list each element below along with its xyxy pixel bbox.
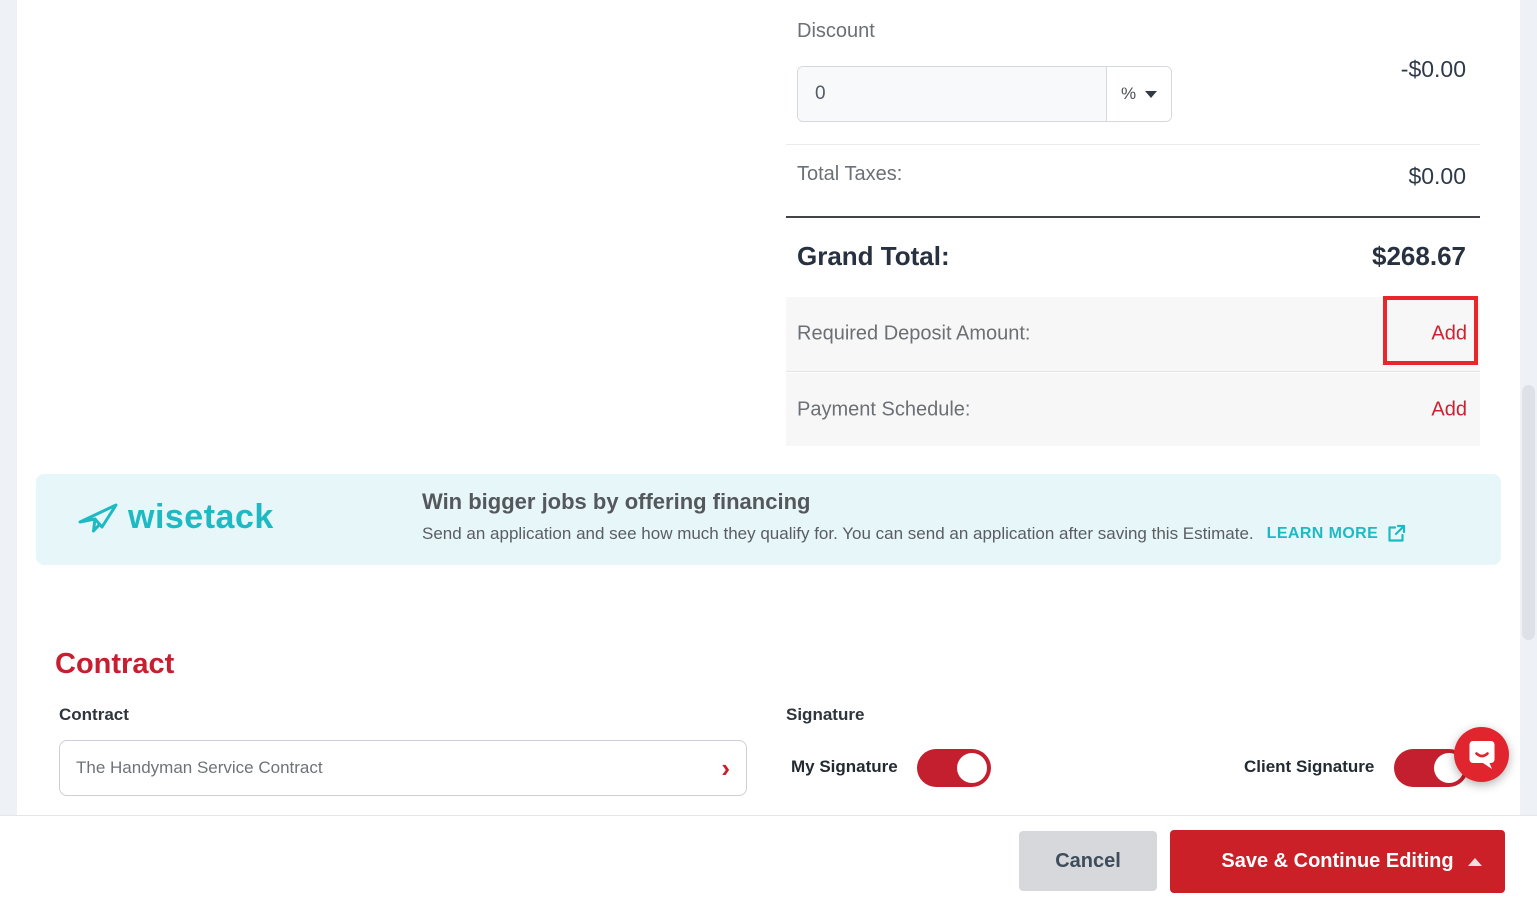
client-signature-label: Client Signature xyxy=(1244,757,1375,776)
chat-bubble-icon xyxy=(1469,741,1494,769)
chevron-up-icon xyxy=(1468,857,1482,866)
scrollbar-thumb[interactable] xyxy=(1522,385,1535,640)
discount-amount-input[interactable] xyxy=(798,67,1107,121)
discount-amount-value: -$0.00 xyxy=(1400,56,1466,82)
discount-unit-value: % xyxy=(1120,84,1137,103)
divider-dark xyxy=(786,216,1480,218)
financing-banner: wisetack Win bigger jobs by offering fin… xyxy=(36,474,1501,565)
divider xyxy=(786,144,1480,145)
page-gutter-left xyxy=(0,0,17,815)
discount-label: Discount xyxy=(797,20,875,42)
total-taxes-value: $0.00 xyxy=(1408,163,1466,189)
save-continue-button[interactable]: Save & Continue Editing xyxy=(1170,830,1505,893)
learn-more-link[interactable]: LEARN MORE xyxy=(1267,523,1408,544)
banner-title: Win bigger jobs by offering financing xyxy=(422,489,811,514)
scrollbar[interactable] xyxy=(1520,0,1537,815)
grand-total-label: Grand Total: xyxy=(797,241,950,271)
signature-section-heading: Signature xyxy=(786,705,865,724)
banner-subrow: Send an application and see how much the… xyxy=(422,523,1407,544)
my-signature-label: My Signature xyxy=(791,757,898,776)
banner-description: Send an application and see how much the… xyxy=(422,523,1254,543)
contract-field-label: Contract xyxy=(59,705,129,724)
chevron-right-icon: › xyxy=(721,753,730,783)
chevron-down-icon xyxy=(1145,90,1158,98)
external-link-icon xyxy=(1388,524,1406,542)
required-deposit-row: Required Deposit Amount: Add xyxy=(786,297,1480,371)
annotation-highlight-box xyxy=(1383,296,1478,365)
paper-plane-icon xyxy=(78,503,118,533)
cancel-button[interactable]: Cancel xyxy=(1019,831,1157,891)
toggle-knob xyxy=(957,753,987,783)
wisetack-wordmark: wisetack xyxy=(128,497,274,536)
payment-schedule-label: Payment Schedule: xyxy=(797,398,971,420)
payment-schedule-row: Payment Schedule: Add xyxy=(786,373,1480,446)
chat-launcher-button[interactable] xyxy=(1454,727,1509,782)
learn-more-label: LEARN MORE xyxy=(1266,524,1379,542)
discount-unit-select[interactable]: % xyxy=(1107,67,1171,121)
discount-input-group: % xyxy=(797,66,1172,122)
required-deposit-label: Required Deposit Amount: xyxy=(797,322,1031,345)
contract-section-heading: Contract xyxy=(55,648,175,680)
contract-selected-value: The Handyman Service Contract xyxy=(76,758,323,777)
total-taxes-label: Total Taxes: xyxy=(797,163,903,185)
payment-schedule-add-button[interactable]: Add xyxy=(1431,398,1467,421)
contract-select[interactable]: The Handyman Service Contract › xyxy=(59,740,747,796)
save-continue-label: Save & Continue Editing xyxy=(1221,850,1454,872)
estimate-edit-page: Discount % -$0.00 Total Taxes: $0.00 Gra… xyxy=(0,0,1537,902)
grand-total-value: $268.67 xyxy=(1372,241,1466,271)
my-signature-toggle[interactable] xyxy=(917,749,991,787)
wisetack-logo: wisetack xyxy=(76,496,274,538)
footer-divider xyxy=(0,815,1537,816)
